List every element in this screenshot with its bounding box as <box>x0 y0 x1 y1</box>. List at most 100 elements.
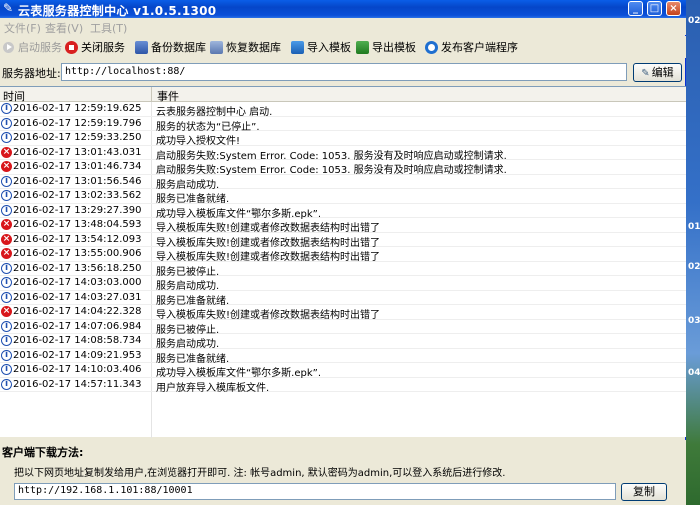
log-time: 2016-02-17 14:57:11.343 <box>13 378 142 390</box>
log-time: 2016-02-17 14:03:03.000 <box>13 277 142 288</box>
download-title: 客户端下载方法: <box>2 446 84 459</box>
close-button[interactable]: × <box>666 1 681 16</box>
error-icon: × <box>1 248 12 259</box>
log-row[interactable]: × 2016-02-17 13:01:46.734 启动服务失败:System Er… <box>0 160 686 176</box>
log-row[interactable]: i 2016-02-17 13:02:33.562 服务已准备就绪. <box>0 189 686 205</box>
log-row[interactable]: i 2016-02-17 14:09:21.953 服务已准备就绪. <box>0 349 686 365</box>
desktop-edge-label: 02 <box>688 262 700 272</box>
play-icon <box>2 41 15 54</box>
log-row[interactable]: i 2016-02-17 14:08:58.734 服务启动成功. <box>0 334 686 350</box>
restore-db-label: 恢复数据库 <box>226 41 281 54</box>
edit-label: 编辑 <box>651 66 674 79</box>
log-row[interactable]: i 2016-02-17 14:03:27.031 服务已准备就绪. <box>0 291 686 307</box>
log-time: 2016-02-17 14:09:21.953 <box>13 349 142 361</box>
info-icon: i <box>1 132 12 143</box>
log-row[interactable]: i 2016-02-17 13:56:18.250 服务已被停止. <box>0 262 686 278</box>
log-time: 2016-02-17 13:01:46.734 <box>13 161 142 172</box>
log-row[interactable]: × 2016-02-17 13:48:04.593 导入模板库失败!创建或者修改数据… <box>0 218 686 234</box>
download-note: 把以下网页地址复制发给用户,在浏览器打开即可. 注: 帐号admin, 默认密码… <box>14 468 506 479</box>
log-header: 时间 事件 <box>0 87 686 103</box>
error-icon: × <box>1 233 12 245</box>
backup-db-button[interactable]: 备份数据库 <box>135 39 206 55</box>
info-icon: i <box>1 190 12 201</box>
log-row[interactable]: i 2016-02-17 13:01:56.546 服务启动成功. <box>0 175 686 191</box>
info-icon: i <box>1 335 12 346</box>
start-service-label: 启动服务 <box>18 41 62 54</box>
log-time: 2016-02-17 12:59:33.250 <box>13 132 142 143</box>
log-time: 2016-02-17 14:08:58.734 <box>13 335 142 346</box>
log-rows: i 2016-02-17 12:59:19.625 云表服务器控制中心 启动. i 20… <box>0 102 686 394</box>
log-row[interactable]: i 2016-02-17 14:03:03.000 服务启动成功. <box>0 276 686 292</box>
server-address-bar: 服务器地址: http://localhost:88/ ✎ 编辑 <box>0 61 686 83</box>
publish-client-button[interactable]: 发布客户端程序 <box>425 39 518 55</box>
maximize-button[interactable]: □ <box>647 1 662 16</box>
minimize-button[interactable]: _ <box>628 1 643 16</box>
server-address-label: 服务器地址: <box>2 67 61 80</box>
info-icon: i <box>1 117 12 129</box>
event-log-list[interactable]: 时间 事件 i 2016-02-17 12:59:19.625 云表服务器控制中心 … <box>0 86 686 438</box>
log-row[interactable]: i 2016-02-17 14:10:03.406 成功导入模板库文件“鄂尔多斯.e… <box>0 363 686 379</box>
info-icon: i <box>1 291 12 303</box>
server-address-input[interactable]: http://localhost:88/ <box>61 63 627 81</box>
log-time: 2016-02-17 13:54:12.093 <box>13 233 142 245</box>
log-row[interactable]: i 2016-02-17 13:29:27.390 成功导入模板库文件“鄂尔多斯.e… <box>0 204 686 220</box>
desktop-edge-label: 03 <box>688 316 700 326</box>
import-template-label: 导入模板 <box>307 41 351 54</box>
log-row[interactable]: i 2016-02-17 12:59:19.796 服务的状态为“已停止”. <box>0 117 686 133</box>
log-time: 2016-02-17 13:29:27.390 <box>13 204 142 216</box>
copy-button[interactable]: 复制 <box>621 483 667 501</box>
desktop-edge-label: 04 <box>688 368 700 378</box>
menu-view[interactable]: 查看(V) <box>45 20 83 36</box>
log-row[interactable]: i 2016-02-17 14:57:11.343 用户放弃导入模库板文件. <box>0 378 686 394</box>
pencil-icon: ✎ <box>641 68 650 79</box>
publish-icon <box>425 40 438 54</box>
error-icon: × <box>1 306 12 317</box>
log-time: 2016-02-17 12:59:19.796 <box>13 117 142 129</box>
log-time: 2016-02-17 14:07:06.984 <box>13 320 142 332</box>
stop-service-button[interactable]: 关闭服务 <box>65 39 125 55</box>
info-icon: i <box>1 262 12 274</box>
log-time: 2016-02-17 13:55:00.906 <box>13 248 142 259</box>
menu-tools[interactable]: 工具(T) <box>90 20 127 36</box>
log-time: 2016-02-17 13:01:43.031 <box>13 146 142 158</box>
app-icon: ✎ <box>3 1 14 15</box>
database-restore-icon <box>210 40 223 54</box>
desktop-edge-label: 01 <box>688 222 700 232</box>
info-icon: i <box>1 349 12 361</box>
info-icon: i <box>1 277 12 288</box>
log-time: 2016-02-17 12:59:19.625 <box>13 103 142 114</box>
log-row[interactable]: × 2016-02-17 13:55:00.906 导入模板库失败!创建或者修改数据… <box>0 247 686 263</box>
error-icon: × <box>1 219 12 230</box>
error-icon: × <box>1 146 12 158</box>
log-row[interactable]: i 2016-02-17 14:07:06.984 服务已被停止. <box>0 320 686 336</box>
import-template-button[interactable]: 导入模板 <box>291 39 351 55</box>
export-template-label: 导出模板 <box>372 41 416 54</box>
menu-file[interactable]: 文件(F) <box>4 20 41 36</box>
stop-icon <box>65 40 78 54</box>
start-service-button[interactable]: 启动服务 <box>2 39 62 55</box>
error-icon: × <box>1 161 12 172</box>
info-icon: i <box>1 175 12 187</box>
download-url-field[interactable]: http://192.168.1.101:88/10001 <box>14 483 616 500</box>
info-icon: i <box>1 378 12 390</box>
client-download-panel: 客户端下载方法: 把以下网页地址复制发给用户,在浏览器打开即可. 注: 帐号ad… <box>0 440 686 505</box>
import-icon <box>291 40 304 54</box>
main-window: ✎ 云表服务器控制中心 v1.0.5.1300 _ □ × 文件(F) 查看(V… <box>0 0 686 505</box>
log-row[interactable]: i 2016-02-17 12:59:19.625 云表服务器控制中心 启动. <box>0 102 686 118</box>
title-bar[interactable]: ✎ 云表服务器控制中心 v1.0.5.1300 _ □ × <box>0 0 686 18</box>
edit-button[interactable]: ✎ 编辑 <box>633 63 682 82</box>
export-icon <box>356 40 369 54</box>
log-row[interactable]: × 2016-02-17 13:54:12.093 导入模板库失败!创建或者修改数据… <box>0 233 686 249</box>
database-backup-icon <box>135 40 148 54</box>
toolbar: 启动服务 关闭服务 备份数据库 恢复数据库 导入模板 导出模板 发布客户端程序 <box>0 36 686 58</box>
menu-bar: 文件(F) 查看(V) 工具(T) <box>0 18 686 35</box>
log-row[interactable]: × 2016-02-17 14:04:22.328 导入模板库失败!创建或者修改数据… <box>0 305 686 321</box>
restore-db-button[interactable]: 恢复数据库 <box>210 39 281 55</box>
info-icon: i <box>1 364 12 375</box>
log-row[interactable]: i 2016-02-17 12:59:33.250 成功导入授权文件! <box>0 131 686 147</box>
log-row[interactable]: × 2016-02-17 13:01:43.031 启动服务失败:System Er… <box>0 146 686 162</box>
column-divider[interactable] <box>151 87 152 102</box>
log-time: 2016-02-17 14:10:03.406 <box>13 364 142 375</box>
info-icon: i <box>1 204 12 216</box>
export-template-button[interactable]: 导出模板 <box>356 39 416 55</box>
